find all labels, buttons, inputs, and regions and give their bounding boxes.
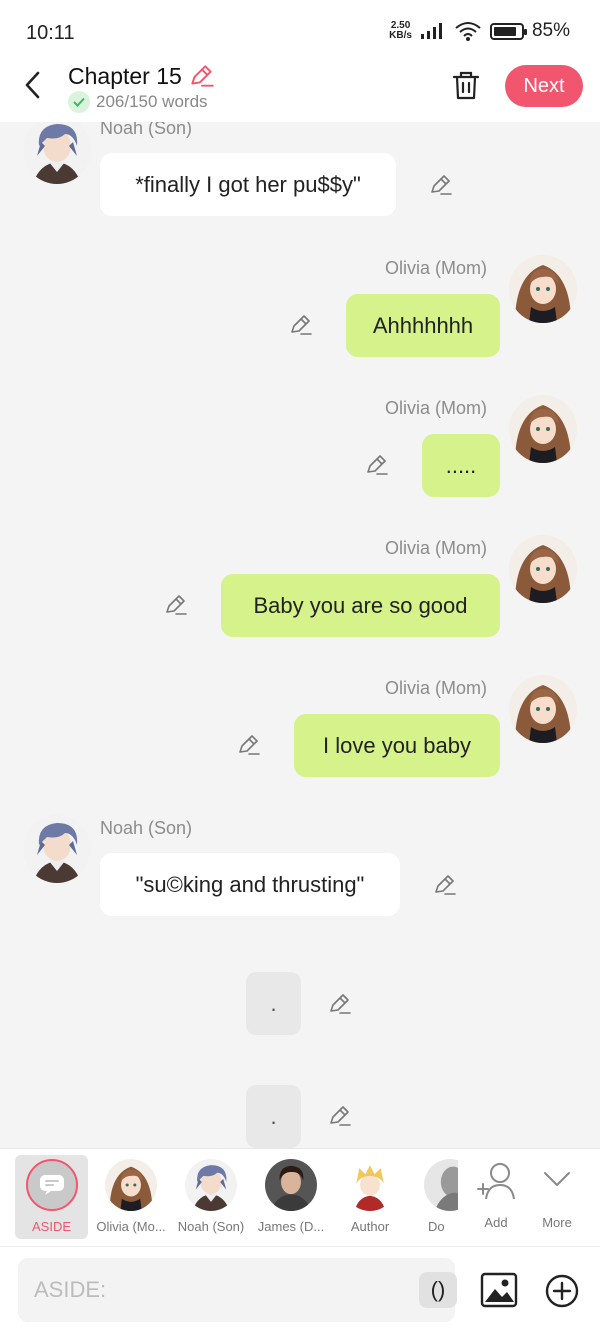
sender-name: Noah (Son) [100, 818, 193, 838]
signal-icon [420, 23, 442, 39]
trash-icon [452, 71, 480, 100]
character-selector: ASIDE Olivia (Mo... Noah (Son) James (D.… [0, 1148, 600, 1246]
more-characters-button[interactable]: More [517, 1155, 597, 1239]
avatar [265, 1159, 317, 1211]
add-button[interactable] [545, 1274, 579, 1308]
status-bar: 10:11 2.50 KB/s 85% [0, 0, 600, 60]
network-speed: 2.50 KB/s [389, 20, 412, 41]
character-noah[interactable]: Noah (Son) [171, 1155, 251, 1239]
character-partial[interactable]: Do [418, 1155, 458, 1239]
character-label: Noah (Son) [177, 1219, 245, 1234]
edit-message-icon[interactable] [327, 991, 353, 1017]
title-row: Chapter 15 [68, 62, 216, 90]
message-bubble[interactable]: I love you baby [294, 714, 500, 777]
sender-name: Olivia (Mom) [385, 678, 487, 698]
avatar-noah[interactable] [23, 815, 91, 883]
chat-area[interactable]: Noah (Son) *finally I got her pu$$y" Oli… [0, 122, 600, 1148]
chevron-down-icon [544, 1172, 570, 1186]
edit-message-icon[interactable] [163, 592, 189, 618]
character-author[interactable]: Author [330, 1155, 410, 1239]
character-label: ASIDE [31, 1219, 71, 1234]
avatar [185, 1159, 237, 1211]
character-label: Olivia (Mo... [96, 1219, 166, 1234]
word-count: 206/150 words [96, 92, 208, 111]
chevron-left-icon [25, 71, 40, 99]
message-bubble[interactable]: Ahhhhhhh [346, 294, 500, 357]
status-icons: 2.50 KB/s 85% [389, 20, 570, 42]
sender-name: Olivia (Mom) [385, 538, 487, 558]
message-bubble[interactable]: *finally I got her pu$$y" [100, 153, 396, 216]
avatar-noah[interactable] [23, 122, 91, 184]
character-label: James (D... [257, 1219, 325, 1234]
edit-title-icon[interactable] [188, 62, 216, 90]
comment-icon [39, 1175, 64, 1195]
edit-message-icon[interactable] [327, 1103, 353, 1129]
edit-message-icon[interactable] [288, 312, 314, 338]
word-count-row: 206/150 words [68, 91, 208, 113]
battery-icon [489, 22, 527, 40]
sender-name: Noah (Son) [100, 122, 193, 138]
character-label: Author [350, 1219, 390, 1234]
edit-message-icon[interactable] [236, 732, 262, 758]
status-time: 10:11 [26, 22, 75, 44]
add-person-icon [477, 1163, 515, 1200]
composer: () [0, 1246, 600, 1333]
aside-bubble[interactable]: . [246, 1085, 301, 1148]
next-button[interactable]: Next [505, 65, 583, 107]
avatar [105, 1159, 157, 1211]
parenthesis-button[interactable]: () [419, 1272, 457, 1308]
message-input-box: () [18, 1258, 457, 1322]
chapter-header: Chapter 15 206/150 words Next [0, 60, 600, 122]
image-icon [480, 1272, 518, 1308]
message-bubble[interactable]: Baby you are so good [221, 574, 500, 637]
insert-image-button[interactable] [480, 1272, 518, 1308]
character-olivia[interactable]: Olivia (Mo... [91, 1155, 171, 1239]
avatar [344, 1159, 396, 1211]
battery-level [493, 26, 517, 36]
avatar [424, 1159, 458, 1211]
character-label: More [542, 1215, 572, 1230]
message-input[interactable] [34, 1272, 394, 1308]
sender-name: Olivia (Mom) [385, 398, 487, 418]
edit-message-icon[interactable] [432, 872, 458, 898]
character-james[interactable]: James (D... [251, 1155, 331, 1239]
message-bubble[interactable]: "su©king and thrusting" [100, 853, 400, 916]
wifi-icon [455, 22, 481, 41]
delete-button[interactable] [450, 68, 482, 102]
character-label: Do [428, 1219, 445, 1234]
avatar-olivia[interactable] [509, 675, 577, 743]
check-icon [68, 91, 90, 113]
edit-message-icon[interactable] [364, 452, 390, 478]
back-button[interactable] [18, 68, 48, 102]
character-aside[interactable]: ASIDE [15, 1155, 88, 1239]
chapter-title: Chapter 15 [68, 62, 182, 89]
plus-circle-icon [545, 1274, 579, 1308]
avatar-olivia[interactable] [509, 255, 577, 323]
avatar-olivia[interactable] [509, 535, 577, 603]
battery-percent: 85% [531, 20, 570, 41]
message-bubble[interactable]: ..... [422, 434, 500, 497]
edit-message-icon[interactable] [428, 172, 454, 198]
aside-bubble[interactable]: . [246, 972, 301, 1035]
sender-name: Olivia (Mom) [385, 258, 487, 278]
avatar-olivia[interactable] [509, 395, 577, 463]
